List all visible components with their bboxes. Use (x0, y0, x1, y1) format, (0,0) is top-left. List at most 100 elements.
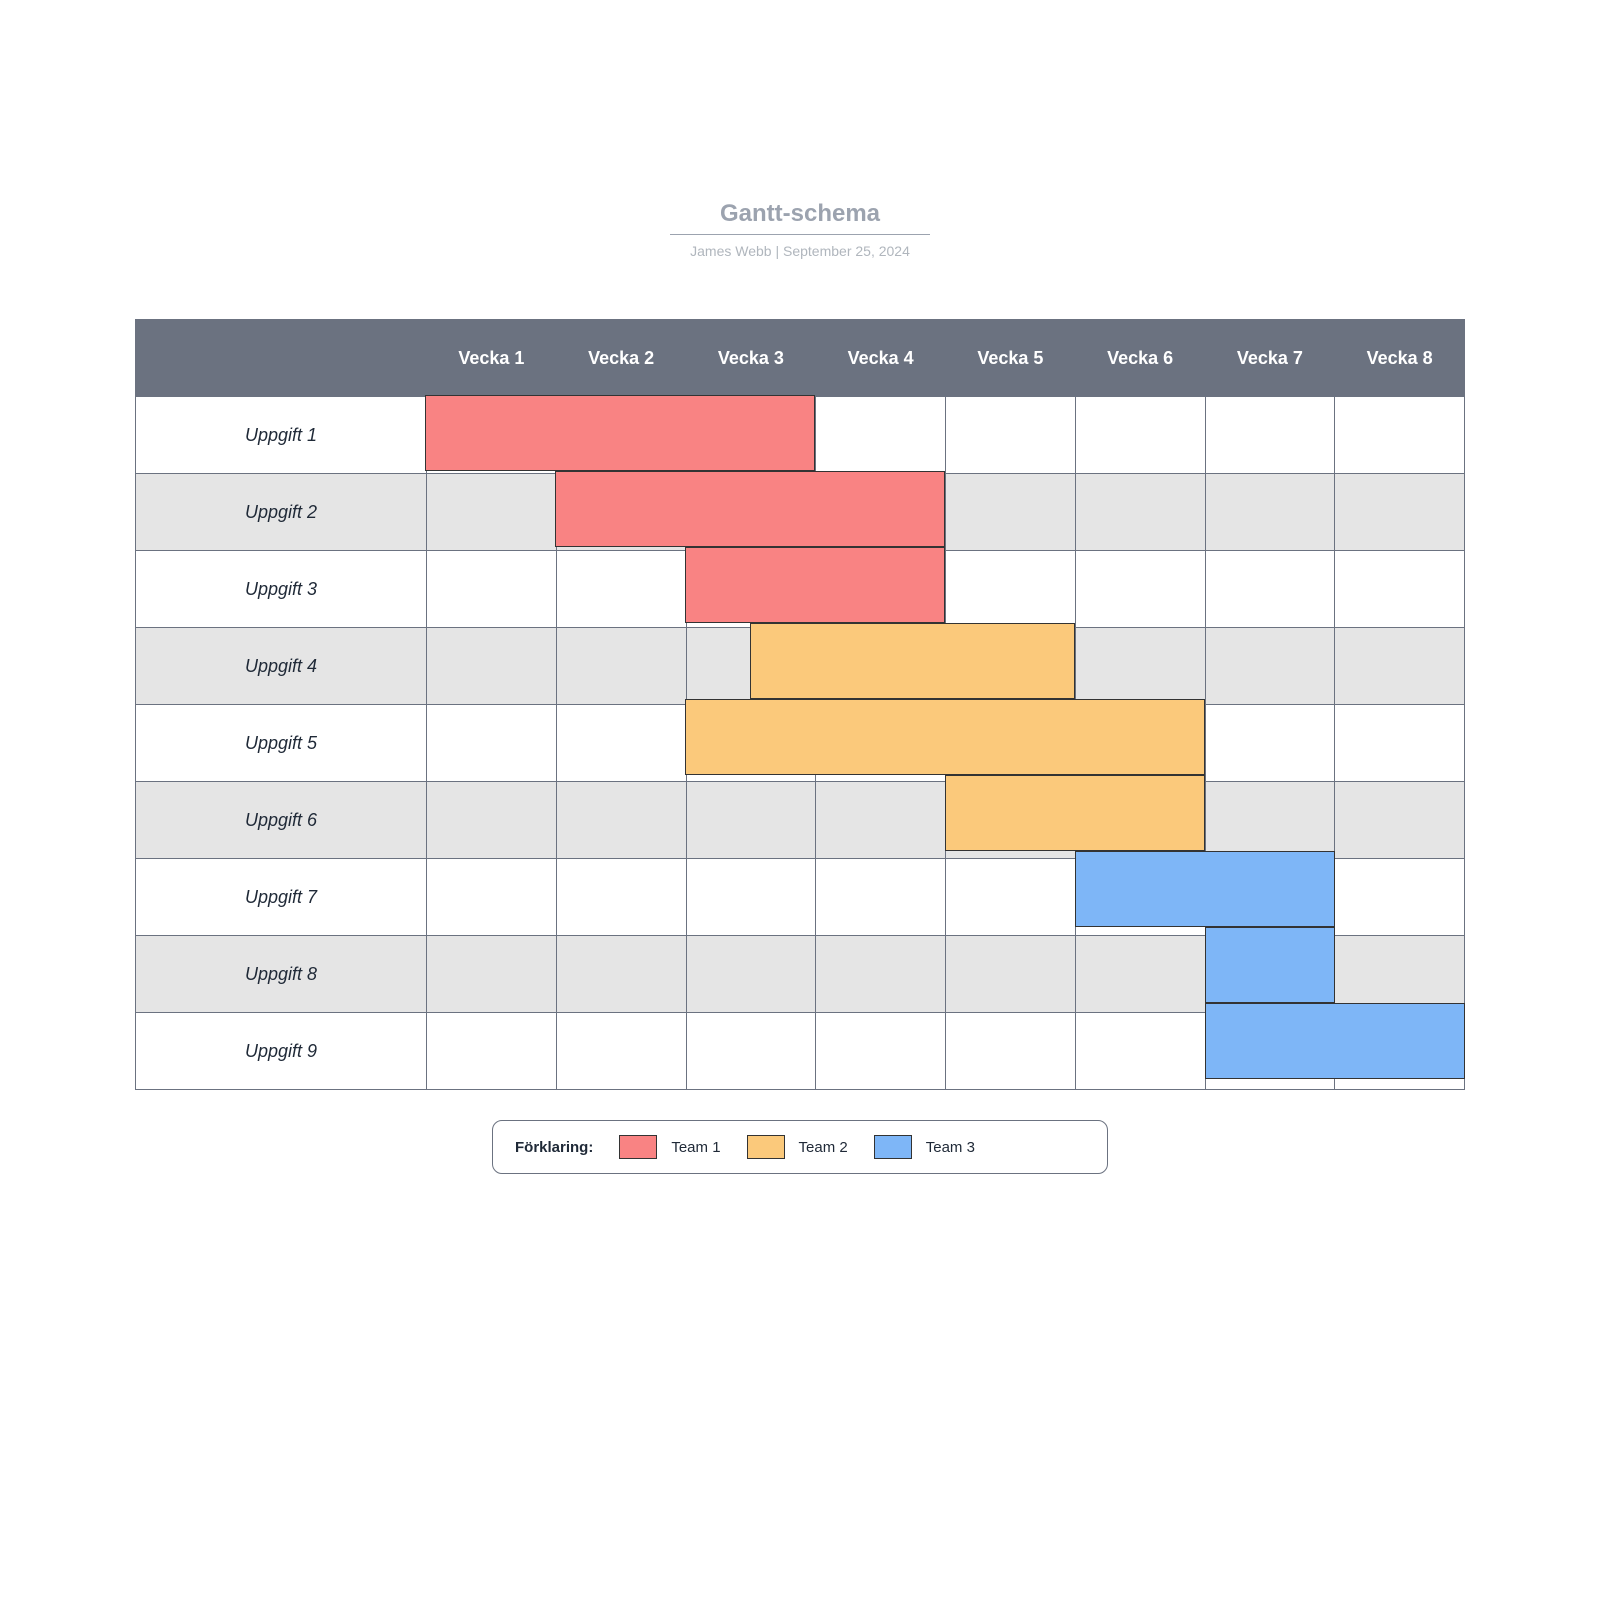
column-header: Vecka 4 (816, 320, 946, 397)
cell (1075, 1013, 1205, 1090)
separator: | (772, 243, 783, 259)
cell (1075, 551, 1205, 628)
cell (816, 628, 946, 705)
cell (946, 397, 1076, 474)
cell (1075, 705, 1205, 782)
legend-text: Team 1 (671, 1139, 720, 1156)
title-block: Gantt-schema James Webb | September 25, … (0, 200, 1600, 259)
legend-item: Team 1 (619, 1135, 720, 1159)
column-header: Vecka 5 (946, 320, 1076, 397)
cell (427, 474, 557, 551)
cell (556, 859, 686, 936)
cell (427, 782, 557, 859)
cell (686, 474, 816, 551)
cell (427, 397, 557, 474)
column-header: Vecka 8 (1335, 320, 1465, 397)
cell (686, 859, 816, 936)
task-row: Uppgift 5 (136, 705, 1465, 782)
cell (556, 397, 686, 474)
cell (1075, 936, 1205, 1013)
legend-label: Förklaring: (515, 1139, 593, 1156)
legend-swatch-team3 (874, 1135, 912, 1159)
cell (946, 1013, 1076, 1090)
cell (427, 1013, 557, 1090)
column-header: Vecka 7 (1205, 320, 1335, 397)
column-header: Vecka 3 (686, 320, 816, 397)
task-row: Uppgift 8 (136, 936, 1465, 1013)
cell (1205, 474, 1335, 551)
task-label: Uppgift 7 (136, 859, 427, 936)
cell (946, 859, 1076, 936)
cell (556, 628, 686, 705)
header-corner (136, 320, 427, 397)
legend-swatch-team1 (619, 1135, 657, 1159)
task-row: Uppgift 3 (136, 551, 1465, 628)
cell (816, 705, 946, 782)
gantt-table: Vecka 1Vecka 2Vecka 3Vecka 4Vecka 5Vecka… (135, 319, 1465, 1090)
task-label: Uppgift 2 (136, 474, 427, 551)
date: September 25, 2024 (783, 243, 910, 259)
task-row: Uppgift 4 (136, 628, 1465, 705)
cell (1335, 782, 1465, 859)
cell (427, 859, 557, 936)
task-row: Uppgift 9 (136, 1013, 1465, 1090)
cell (686, 628, 816, 705)
cell (1075, 859, 1205, 936)
cell (686, 1013, 816, 1090)
cell (686, 397, 816, 474)
cell (427, 551, 557, 628)
cell (816, 397, 946, 474)
task-row: Uppgift 7 (136, 859, 1465, 936)
column-header: Vecka 1 (427, 320, 557, 397)
cell (686, 705, 816, 782)
cell (1205, 782, 1335, 859)
cell (1205, 551, 1335, 628)
legend-item: Team 2 (747, 1135, 848, 1159)
cell (427, 628, 557, 705)
cell (556, 474, 686, 551)
task-row: Uppgift 6 (136, 782, 1465, 859)
task-label: Uppgift 5 (136, 705, 427, 782)
header-row: Vecka 1Vecka 2Vecka 3Vecka 4Vecka 5Vecka… (136, 320, 1465, 397)
cell (556, 705, 686, 782)
cell (1205, 397, 1335, 474)
column-header: Vecka 6 (1075, 320, 1205, 397)
task-row: Uppgift 2 (136, 474, 1465, 551)
cell (1335, 1013, 1465, 1090)
cell (946, 936, 1076, 1013)
cell (946, 474, 1076, 551)
cell (686, 936, 816, 1013)
cell (816, 936, 946, 1013)
chart-subtitle: James Webb | September 25, 2024 (0, 243, 1600, 259)
cell (556, 782, 686, 859)
cell (427, 936, 557, 1013)
cell (1335, 551, 1465, 628)
gantt-chart: Vecka 1Vecka 2Vecka 3Vecka 4Vecka 5Vecka… (135, 319, 1465, 1090)
cell (1205, 705, 1335, 782)
cell (1335, 936, 1465, 1013)
cell (1335, 859, 1465, 936)
legend-item: Team 3 (874, 1135, 975, 1159)
cell (816, 859, 946, 936)
title-rule (670, 234, 930, 235)
cell (1205, 936, 1335, 1013)
chart-title: Gantt-schema (0, 200, 1600, 234)
legend-text: Team 2 (799, 1139, 848, 1156)
cell (1205, 1013, 1335, 1090)
cell (816, 474, 946, 551)
cell (816, 782, 946, 859)
task-label: Uppgift 1 (136, 397, 427, 474)
cell (946, 628, 1076, 705)
cell (556, 551, 686, 628)
task-label: Uppgift 3 (136, 551, 427, 628)
task-label: Uppgift 9 (136, 1013, 427, 1090)
author: James Webb (690, 243, 771, 259)
task-label: Uppgift 4 (136, 628, 427, 705)
cell (556, 936, 686, 1013)
cell (1075, 474, 1205, 551)
cell (1205, 628, 1335, 705)
cell (1075, 628, 1205, 705)
cell (1335, 705, 1465, 782)
task-row: Uppgift 1 (136, 397, 1465, 474)
cell (946, 782, 1076, 859)
